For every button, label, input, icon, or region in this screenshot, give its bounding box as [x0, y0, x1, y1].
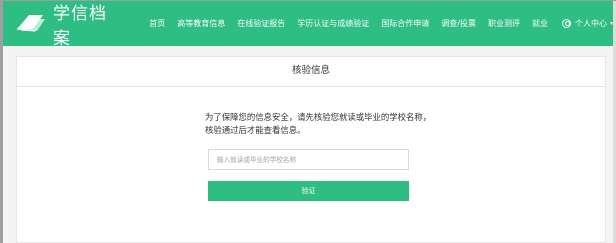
nav-item-survey[interactable]: 调查/投票 — [441, 18, 476, 29]
book-stack-icon — [15, 11, 49, 37]
user-icon — [561, 19, 571, 28]
user-center-menu[interactable]: 个人中心 ▾ — [561, 18, 613, 29]
page-title: 核验信息 — [17, 57, 605, 87]
school-name-input[interactable] — [208, 149, 409, 170]
nav-item-online-report[interactable]: 在线验证报告 — [237, 18, 285, 29]
nav-item-international[interactable]: 国际合作申请 — [381, 18, 429, 29]
brand-name: 学信档案 — [53, 3, 107, 49]
verification-card: 核验信息 为了保障您的信息安全，请先核验您就读或毕业的学校名称，核验通过后才能查… — [16, 56, 606, 243]
main-nav: 首页 高等教育信息 在线验证报告 学历认证与成绩验证 国际合作申请 调查/投票 … — [149, 1, 560, 46]
verification-description: 为了保障您的信息安全，请先核验您就读或毕业的学校名称，核验通过后才能查看信息。 — [205, 112, 432, 135]
user-center-label: 个人中心 — [574, 19, 607, 28]
main-content: 核验信息 为了保障您的信息安全，请先核验您就读或毕业的学校名称，核验通过后才能查… — [3, 46, 613, 243]
nav-item-higher-education[interactable]: 高等教育信息 — [177, 18, 225, 29]
nav-item-certification[interactable]: 学历认证与成绩验证 — [297, 18, 369, 29]
site-logo[interactable]: 学信档案 — [15, 1, 119, 49]
nav-item-home[interactable]: 首页 — [149, 18, 165, 29]
nav-item-career-test[interactable]: 职业测评 — [488, 18, 520, 29]
top-navbar: 学信档案 首页 高等教育信息 在线验证报告 学历认证与成绩验证 国际合作申请 调… — [3, 1, 613, 49]
verify-button[interactable]: 验证 — [208, 181, 409, 201]
nav-item-employment[interactable]: 就业 — [532, 18, 548, 29]
